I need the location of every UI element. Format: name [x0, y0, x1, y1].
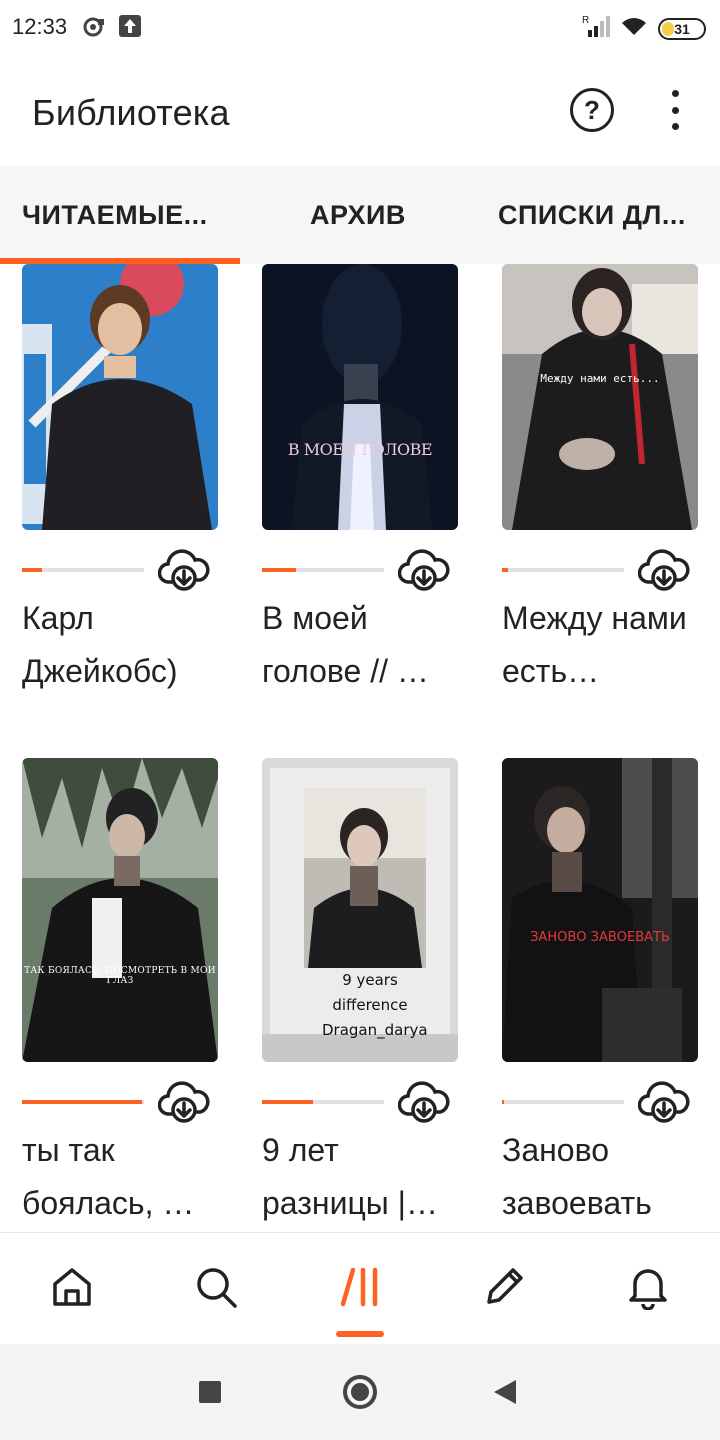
sync-icon — [82, 15, 106, 44]
cover-text: 9 years difference Dragan_darya — [322, 971, 428, 1039]
system-navigation-bar — [0, 1344, 720, 1440]
cover-text: В МОЕЙ ГОЛОВЕ — [287, 440, 433, 459]
page-title: Библиотека — [32, 92, 230, 133]
reading-progress — [262, 1100, 384, 1104]
battery-level: 31 — [674, 20, 690, 37]
upload-icon — [119, 15, 141, 42]
story-cover[interactable]: ЗАНОВО ЗАВОЕВАТЬ — [502, 758, 698, 1062]
nav-home-button[interactable] — [46, 1261, 98, 1313]
nav-notifications-button[interactable] — [622, 1261, 674, 1313]
battery-icon: 31 — [658, 17, 706, 40]
nav-active-indicator — [336, 1331, 384, 1337]
help-icon: ? — [584, 94, 600, 125]
wifi-icon — [620, 15, 648, 42]
reading-progress — [22, 568, 144, 572]
search-icon — [197, 1268, 237, 1308]
story-title[interactable]: ты так боялась, … — [22, 1124, 218, 1230]
download-icon[interactable] — [637, 548, 690, 594]
bell-icon — [629, 1269, 667, 1310]
story-cover[interactable] — [22, 264, 218, 530]
reading-progress — [22, 1100, 144, 1104]
story-grid: Карл Джейкобс) В МОЕЙ ГОЛОВЕ В моей голо… — [0, 264, 720, 1232]
download-icon[interactable] — [157, 548, 210, 594]
svg-text:R: R — [582, 15, 589, 26]
library-tabs: ЧИТАЕМЫЕ... АРХИВ СПИСКИ ДЛ... — [0, 166, 720, 264]
reading-progress — [262, 568, 384, 572]
tab-reading-lists[interactable]: СПИСКИ ДЛ... — [498, 200, 686, 231]
home-system-button[interactable] — [343, 1375, 377, 1409]
back-button[interactable] — [494, 1380, 516, 1404]
nav-search-button[interactable] — [190, 1261, 242, 1313]
app-bar: Библиотека ? — [0, 56, 720, 166]
tab-reading[interactable]: ЧИТАЕМЫЕ... — [22, 200, 208, 231]
home-icon — [53, 1268, 91, 1306]
download-icon[interactable] — [157, 1080, 210, 1126]
story-title[interactable]: Карл Джейкобс) — [22, 592, 218, 698]
nav-library-button[interactable] — [334, 1261, 386, 1313]
nav-write-button[interactable] — [478, 1261, 530, 1313]
story-title[interactable]: Между нами есть… — [502, 592, 698, 698]
story-cover[interactable]: 9 years difference Dragan_darya — [262, 758, 458, 1062]
more-options-button[interactable] — [660, 90, 690, 130]
download-icon[interactable] — [637, 1080, 690, 1126]
download-icon[interactable] — [397, 1080, 450, 1126]
cover-text: Между нами есть... — [540, 372, 660, 385]
story-cover[interactable]: В МОЕЙ ГОЛОВЕ — [262, 264, 458, 530]
tab-archive[interactable]: АРХИВ — [310, 200, 406, 231]
bottom-navigation — [0, 1232, 720, 1344]
download-icon[interactable] — [397, 548, 450, 594]
reading-progress — [502, 568, 624, 572]
home-dot-icon — [351, 1383, 369, 1401]
reading-progress — [502, 1100, 624, 1104]
cover-text: ТАК БОЯЛАСЬ, ПОСМОТРЕТЬ В МОИ ГЛАЗ — [24, 966, 216, 986]
recent-apps-button[interactable] — [199, 1381, 221, 1403]
cover-text: ЗАНОВО ЗАВОЕВАТЬ — [530, 930, 670, 945]
pencil-icon — [487, 1268, 523, 1304]
more-vertical-icon — [671, 90, 679, 97]
story-title[interactable]: 9 лет разницы |… — [262, 1124, 458, 1230]
story-cover[interactable]: ТАК БОЯЛАСЬ, ПОСМОТРЕТЬ В МОИ ГЛАЗ — [22, 758, 218, 1062]
story-title[interactable]: Заново завоевать — [502, 1124, 698, 1230]
story-cover[interactable]: Между нами есть... — [502, 264, 698, 530]
signal-icon: R — [582, 14, 610, 43]
status-time: 12:33 — [12, 14, 68, 39]
library-icon — [340, 1267, 378, 1307]
status-bar: 12:33 R 31 — [0, 0, 720, 56]
help-button[interactable]: ? — [570, 88, 614, 132]
story-title[interactable]: В моей голове // … — [262, 592, 458, 698]
